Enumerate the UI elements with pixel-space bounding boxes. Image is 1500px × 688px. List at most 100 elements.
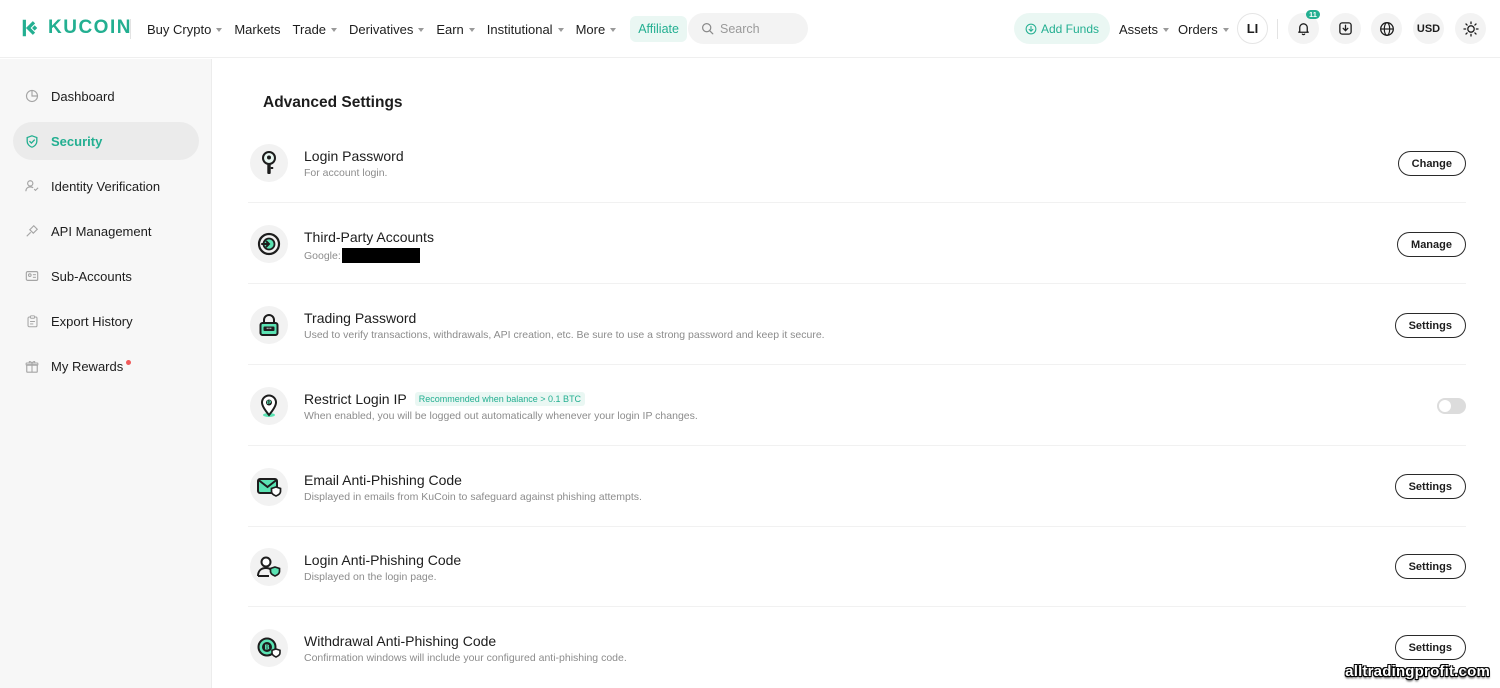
nav-orders[interactable]: Orders [1178, 0, 1229, 58]
currency-button[interactable]: USD [1413, 13, 1444, 44]
sidebar-item-label: My Rewards [51, 358, 124, 374]
sidebar-item-dashboard[interactable]: Dashboard [13, 77, 199, 115]
sidebar-item-label: Export History [51, 313, 133, 329]
change-password-button[interactable]: Change [1397, 151, 1466, 176]
login-anti-phishing-settings-button[interactable]: Settings [1394, 554, 1466, 579]
setting-title-text: Restrict Login IP [304, 391, 407, 407]
sub-accounts-icon [25, 269, 39, 283]
language-button[interactable] [1371, 13, 1402, 44]
setting-title-text: Withdrawal Anti-Phishing Code [304, 633, 497, 649]
setting-row-trading-password: *** Trading Password Used to verify tran… [248, 285, 1466, 365]
notifications-button[interactable]: 11 [1288, 10, 1320, 44]
restrict-login-ip-toggle[interactable] [1437, 398, 1466, 414]
download-app-button[interactable] [1330, 13, 1361, 44]
setting-description: Used to verify transactions, withdrawals… [304, 329, 825, 341]
chevron-down-icon [557, 27, 564, 32]
setting-description: Displayed in emails from KuCoin to safeg… [304, 491, 642, 503]
setting-row-email-anti-phishing: Email Anti-Phishing Code Displayed in em… [248, 447, 1466, 527]
setting-title: Restrict Login IP Recommended when balanc… [304, 391, 586, 407]
nav-label: Orders [1178, 21, 1218, 37]
main-nav: Buy Crypto Markets Trade Derivatives Ear… [147, 0, 699, 58]
coin-shield-icon: B [250, 629, 288, 667]
search-box[interactable] [688, 13, 808, 44]
shield-icon [25, 134, 39, 148]
setting-description: Google: [304, 248, 420, 263]
sidebar-item-sub-accounts[interactable]: Sub-Accounts [13, 257, 199, 295]
sidebar-item-api-management[interactable]: API Management [13, 212, 199, 250]
svg-text:IP: IP [267, 400, 271, 405]
gift-icon [25, 359, 39, 373]
manage-third-party-button[interactable]: Manage [1397, 232, 1466, 257]
trading-password-settings-button[interactable]: Settings [1394, 313, 1466, 338]
sidebar-item-label: Sub-Accounts [51, 268, 132, 284]
theme-toggle-button[interactable] [1455, 13, 1486, 44]
logo-divider [130, 19, 131, 39]
setting-title: Trading Password [304, 310, 416, 326]
nav-more[interactable]: More [576, 22, 617, 37]
add-funds-label: Add Funds [1040, 21, 1100, 36]
top-navigation-bar: KUCOIN Buy Crypto Markets Trade Derivati… [0, 0, 1500, 58]
nav-label: Trade [292, 21, 327, 37]
chevron-down-icon [418, 27, 425, 32]
kucoin-logo[interactable]: KUCOIN [20, 17, 132, 39]
chevron-down-icon [468, 27, 475, 32]
redacted-email [341, 248, 420, 263]
page-title: Advanced Settings [263, 94, 403, 111]
setting-title-text: Trading Password [304, 310, 417, 326]
sidebar-item-label: API Management [51, 223, 152, 239]
chevron-down-icon [1222, 27, 1229, 32]
setting-title: Email Anti-Phishing Code [304, 472, 462, 488]
setting-title-text: Email Anti-Phishing Code [304, 472, 462, 488]
kucoin-logo-icon [22, 19, 38, 37]
avatar[interactable]: LI [1237, 13, 1268, 44]
brand-name: KUCOIN [48, 17, 132, 38]
watermark: alltradingprofit.com [1345, 663, 1490, 680]
nav-markets[interactable]: Markets [234, 22, 280, 37]
sidebar-item-export-history[interactable]: Export History [13, 302, 199, 340]
sidebar-item-identity-verification[interactable]: Identity Verification [13, 167, 199, 205]
deposit-icon [1025, 23, 1037, 34]
chevron-down-icon [331, 27, 338, 32]
setting-row-third-party-accounts: Third-Party Accounts Google: Manage [248, 204, 1466, 284]
withdrawal-anti-phishing-settings-button[interactable]: Settings [1394, 635, 1466, 660]
setting-title-text: Third-Party Accounts [304, 229, 434, 245]
sidebar: Dashboard Security Identity Verification… [0, 59, 212, 688]
search-input[interactable] [720, 21, 800, 36]
nav-buy-crypto[interactable]: Buy Crypto [147, 22, 223, 37]
svg-text:***: *** [266, 327, 272, 331]
sidebar-item-my-rewards[interactable]: My Rewards [13, 347, 199, 385]
setting-title: Third-Party Accounts [304, 229, 434, 245]
setting-row-login-anti-phishing: Login Anti-Phishing Code Displayed on th… [248, 527, 1466, 607]
nav-label: More [575, 21, 606, 37]
recommendation-tag: Recommended when balance > 0.1 BTC [414, 392, 586, 406]
nav-label: Earn [436, 21, 464, 37]
sidebar-item-security[interactable]: Security [13, 122, 199, 160]
location-pin-icon: IP [250, 387, 288, 425]
chevron-down-icon [610, 27, 617, 32]
download-icon [1339, 22, 1352, 35]
key-icon [250, 144, 288, 182]
setting-row-login-password: Login Password For account login. Change [248, 123, 1466, 203]
api-plug-icon [25, 224, 39, 238]
setting-description: Confirmation windows will include your c… [304, 652, 627, 664]
nav-earn[interactable]: Earn [436, 21, 475, 37]
nav-assets[interactable]: Assets [1119, 0, 1170, 58]
setting-title-text: Login Anti-Phishing Code [304, 552, 462, 568]
setting-description: When enabled, you will be logged out aut… [304, 410, 698, 422]
nav-derivatives[interactable]: Derivatives [349, 22, 425, 37]
user-shield-icon [250, 548, 288, 586]
nav-institutional[interactable]: Institutional [487, 22, 564, 37]
notification-count-badge: 11 [1306, 10, 1320, 19]
chevron-down-icon [216, 27, 223, 32]
sidebar-item-label: Dashboard [51, 88, 115, 104]
globe-icon [1379, 21, 1394, 36]
pie-chart-icon [25, 89, 39, 103]
email-anti-phishing-settings-button[interactable]: Settings [1394, 474, 1466, 499]
lock-icon: *** [250, 306, 288, 344]
nav-label: Institutional [486, 21, 553, 37]
nav-affiliate[interactable]: Affiliate [630, 16, 687, 42]
setting-title: Login Password [304, 148, 404, 164]
nav-trade[interactable]: Trade [292, 21, 338, 37]
add-funds-button[interactable]: Add Funds [1014, 13, 1110, 44]
svg-text:B: B [264, 644, 269, 652]
